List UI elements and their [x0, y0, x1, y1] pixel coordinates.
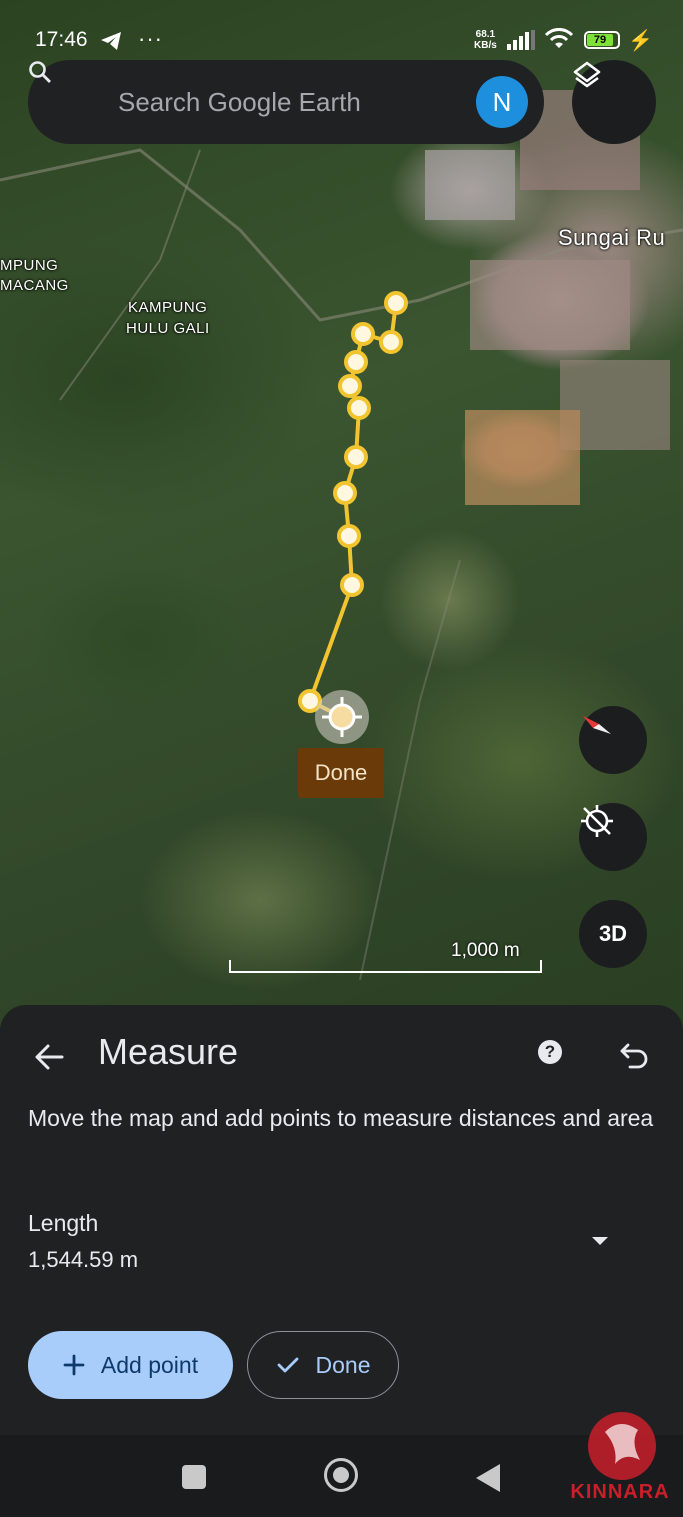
net-speed: 68.1 KB/s — [474, 29, 497, 51]
battery-icon: 79 — [584, 31, 620, 49]
more-notifications-icon: ··· — [138, 26, 163, 51]
measure-point — [379, 330, 403, 354]
kinnara-logo-icon — [588, 1412, 656, 1480]
status-time: 17:46 — [35, 28, 88, 51]
panel-description: Move the map and add points to measure d… — [28, 1105, 654, 1131]
location-off-icon — [581, 805, 613, 837]
measure-point — [344, 350, 368, 374]
signal-icon — [507, 30, 535, 50]
add-point-label: Add point — [100, 1351, 199, 1378]
map-done-tag[interactable]: Done — [298, 748, 384, 798]
avatar[interactable]: N — [476, 76, 528, 128]
telegram-icon — [101, 32, 121, 50]
chevron-down-icon[interactable] — [586, 1231, 614, 1251]
plus-icon — [63, 1354, 85, 1376]
back-arrow-icon[interactable] — [30, 1037, 70, 1077]
crosshair-icon — [315, 690, 369, 744]
3d-button[interactable]: 3D — [579, 900, 647, 968]
back-button[interactable] — [476, 1464, 500, 1492]
help-icon[interactable]: ? — [538, 1040, 562, 1064]
measure-panel: Measure ? Move the map and add points to… — [0, 1005, 683, 1435]
length-label: Length — [28, 1210, 99, 1236]
check-icon — [277, 1357, 298, 1373]
watermark-text: KINNARA — [570, 1481, 670, 1503]
recents-button[interactable] — [182, 1465, 206, 1489]
measure-point — [344, 445, 368, 469]
done-label: Done — [315, 1351, 371, 1378]
measure-points — [298, 291, 408, 713]
measure-point — [333, 481, 357, 505]
charging-icon: ⚡ — [628, 30, 653, 52]
measure-point — [337, 524, 361, 548]
battery-level: 79 — [587, 34, 613, 46]
measure-point — [351, 322, 375, 346]
undo-icon[interactable] — [618, 1037, 652, 1071]
scale-label: 1,000 m — [451, 940, 520, 961]
length-value: 1,544.59 m — [28, 1247, 139, 1272]
layers-button[interactable] — [572, 60, 656, 144]
home-button[interactable] — [324, 1458, 358, 1492]
map-label-sungai: Sungai Ru — [558, 225, 666, 250]
map-view[interactable]: Sungai Ru MPUNG MACANG KAMPUNG HULU GALI… — [0, 0, 683, 1030]
map-label-kampung-macang-line1: MPUNG — [0, 257, 59, 274]
layers-icon — [573, 61, 601, 88]
compass-icon — [583, 716, 611, 734]
search-bar[interactable]: N — [28, 60, 544, 144]
done-button[interactable]: Done — [247, 1331, 399, 1399]
measure-point — [338, 374, 362, 398]
panel-title: Measure — [98, 1031, 239, 1072]
search-icon — [29, 61, 51, 83]
measure-point — [384, 291, 408, 315]
map-label-kampung-hulu-line2: HULU GALI — [126, 320, 210, 337]
map-label-kampung-hulu-line1: KAMPUNG — [128, 299, 208, 316]
measure-point — [347, 396, 371, 420]
add-point-button[interactable]: Add point — [28, 1331, 233, 1399]
measure-point — [340, 573, 364, 597]
map-overlay — [0, 90, 683, 981]
compass-button[interactable] — [579, 706, 647, 774]
watermark-logo: KINNARA — [570, 1402, 670, 1517]
wifi-icon — [544, 28, 574, 48]
map-label-kampung-macang-line2: MACANG — [0, 277, 69, 294]
search-input[interactable] — [118, 84, 458, 120]
track-location-button[interactable] — [579, 803, 647, 871]
